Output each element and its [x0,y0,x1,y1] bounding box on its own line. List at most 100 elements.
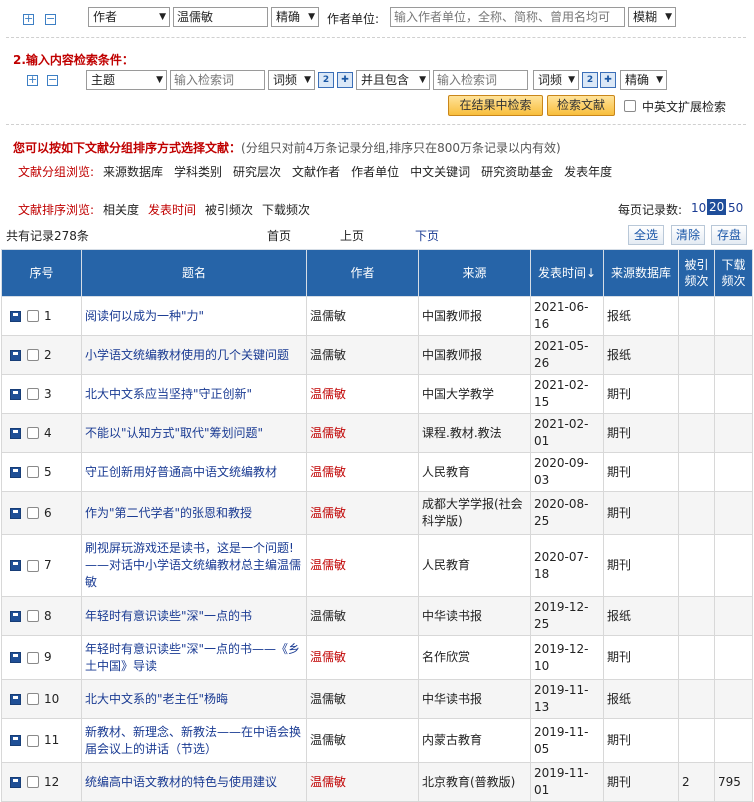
row-checkbox[interactable] [27,507,39,519]
source-cell[interactable]: 成都大学学报(社会科学版) [422,497,523,528]
author-match-select[interactable]: 精确 ▼ [271,7,319,27]
expand-icon[interactable]: + [23,13,34,25]
save-icon[interactable] [10,776,21,788]
title-link[interactable]: 作为"第二代学者"的张恩和教授 [85,506,252,520]
row-checkbox[interactable] [27,610,39,622]
author-cell[interactable]: 温儒敏 [310,426,346,440]
row-checkbox[interactable] [27,651,39,664]
author-cell[interactable]: 温儒敏 [310,775,346,789]
browse-item-subject[interactable]: 学科类别 [174,165,222,179]
content-match-select[interactable]: 精确 ▼ [620,70,667,90]
content-field-select[interactable]: 主题 ▼ [86,70,167,90]
row-checkbox[interactable] [27,349,39,361]
source-cell[interactable]: 中国教师报 [422,309,482,323]
select-all-button[interactable]: 全选 [628,225,664,245]
save-icon[interactable] [10,652,21,663]
row-checkbox[interactable] [27,466,39,478]
author-field-select[interactable]: 作者 ▼ [88,7,170,27]
sort-date[interactable]: 发表时间 [148,203,196,217]
clear-button[interactable]: 清除 [671,225,705,245]
browse-item-year[interactable]: 发表年度 [564,165,612,179]
row-checkbox[interactable] [27,776,39,788]
extend-search-checkbox[interactable] [624,100,636,112]
author-unit-input[interactable]: 输入作者单位，全称、简称、曾用名均可 [390,7,625,27]
author-cell[interactable]: 温儒敏 [310,309,346,323]
author-cell[interactable]: 温儒敏 [310,348,346,362]
search-button[interactable]: 检索文献 [547,95,615,116]
keyword1-input[interactable]: 输入检索词 [170,70,265,90]
title-link[interactable]: 统编高中语文教材的特色与使用建议 [85,775,277,789]
save-icon[interactable] [10,735,21,746]
freq2-select[interactable]: 词频 ▼ [533,70,579,90]
row-checkbox[interactable] [27,734,39,747]
title-link[interactable]: 阅读何以成为一种"力" [85,309,204,323]
author-cell[interactable]: 温儒敏 [310,465,346,479]
author-cell[interactable]: 温儒敏 [310,733,346,747]
title-link[interactable]: 年轻时有意识读些"深"一点的书 [85,609,252,623]
browse-item-level[interactable]: 研究层次 [233,165,281,179]
save-icon[interactable] [10,310,21,322]
row-checkbox[interactable] [27,693,39,705]
row-checkbox[interactable] [27,427,39,439]
save-icon[interactable] [10,388,21,400]
browse-item-fund[interactable]: 研究资助基金 [481,165,553,179]
author-input[interactable]: 温儒敏 [173,7,268,27]
row-checkbox[interactable] [27,310,39,322]
title-link[interactable]: 小学语文统编教材使用的几个关键问题 [85,348,289,362]
expand-icon[interactable]: + [27,74,38,86]
col-header-cited[interactable]: 被引频次 [678,249,715,297]
source-cell[interactable]: 中华读书报 [422,609,482,623]
browse-item-unit[interactable]: 作者单位 [351,165,399,179]
author-cell[interactable]: 温儒敏 [310,692,346,706]
collapse-icon[interactable]: − [47,74,58,86]
save-icon[interactable] [10,427,21,439]
save-button[interactable]: 存盘 [711,225,747,245]
author-cell[interactable]: 温儒敏 [310,387,346,401]
title-link[interactable]: 刷视屏玩游戏还是读书，这是一个问题!——对话中小学语文统编教材总主编温儒敏 [85,541,301,589]
save-icon[interactable] [10,693,21,705]
author-cell[interactable]: 温儒敏 [310,609,346,623]
source-cell[interactable]: 名作欣赏 [422,650,470,664]
save-icon[interactable] [10,560,21,571]
source-cell[interactable]: 中国教师报 [422,348,482,362]
page-size-50[interactable]: 50 [728,201,743,215]
title-link[interactable]: 不能以"认知方式"取代"筹划问题" [85,426,263,440]
logic-select[interactable]: 并且包含 ▼ [356,70,430,90]
sort-downloads[interactable]: 下载频次 [262,203,310,217]
row-checkbox[interactable] [27,388,39,400]
freq1-select[interactable]: 词频 ▼ [268,70,315,90]
sort-citations[interactable]: 被引频次 [205,203,253,217]
related-words-icon[interactable]: ✚ [600,72,616,88]
source-cell[interactable]: 内蒙古教育 [422,733,482,747]
sort-relevance[interactable]: 相关度 [103,203,139,217]
source-cell[interactable]: 北京教育(普教版) [422,775,515,789]
title-link[interactable]: 北大中文系应当坚持"守正创新" [85,387,252,401]
keyword2-input[interactable]: 输入检索词 [433,70,528,90]
save-icon[interactable] [10,466,21,478]
next-page-link[interactable]: 下页 [415,227,439,244]
source-cell[interactable]: 课程.教材.教法 [422,426,502,440]
word-frequency-icon[interactable]: 2 [582,72,598,88]
row-checkbox[interactable] [27,559,39,572]
browse-item-keyword[interactable]: 中文关键词 [410,165,470,179]
source-cell[interactable]: 人民教育 [422,558,470,572]
search-in-results-button[interactable]: 在结果中检索 [448,95,543,116]
title-link[interactable]: 新教材、新理念、新教法——在中语会换届会议上的讲话（节选） [85,725,301,756]
title-link[interactable]: 北大中文系的"老主任"杨晦 [85,692,228,706]
source-cell[interactable]: 中国大学教学 [422,387,494,401]
first-page-link[interactable]: 首页 [267,227,291,244]
author-cell[interactable]: 温儒敏 [310,558,346,572]
source-cell[interactable]: 人民教育 [422,465,470,479]
title-link[interactable]: 年轻时有意识读些"深"一点的书——《乡土中国》导读 [85,642,300,673]
related-words-icon[interactable]: ✚ [337,72,353,88]
col-header-date[interactable]: 发表时间↓ [530,249,604,297]
browse-item-author[interactable]: 文献作者 [292,165,340,179]
save-icon[interactable] [10,610,21,622]
save-icon[interactable] [10,507,21,519]
save-icon[interactable] [10,349,21,361]
page-size-20[interactable]: 20 [707,199,727,215]
source-cell[interactable]: 中华读书报 [422,692,482,706]
prev-page-link[interactable]: 上页 [340,227,364,244]
page-size-10[interactable]: 10 [691,201,706,215]
word-frequency-icon[interactable]: 2 [318,72,334,88]
